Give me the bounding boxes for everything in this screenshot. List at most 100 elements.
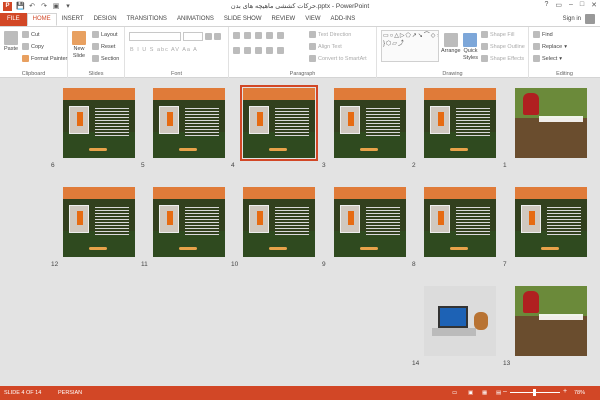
cut-button[interactable]: Cut (22, 31, 40, 38)
slide-title-band (63, 88, 135, 100)
shape-effects-button[interactable]: Shape Effects (481, 55, 524, 62)
slide-sorter-view-icon[interactable]: ▦ (482, 390, 487, 396)
reading-view-icon[interactable]: ▤ (496, 390, 501, 396)
tab-animations[interactable]: ANIMATIONS (172, 13, 219, 26)
slide-thumbnail[interactable] (334, 88, 406, 158)
convert-smartart-button[interactable]: Convert to SmartArt (309, 55, 367, 62)
slide-thumbnail[interactable] (153, 88, 225, 158)
grow-font-icon (205, 33, 212, 40)
new-slide-button[interactable]: New Slide (72, 31, 86, 59)
slide-thumbnail[interactable] (243, 187, 315, 257)
layout-button[interactable]: Layout (92, 31, 118, 38)
chevron-down-icon: ▾ (559, 55, 563, 62)
slide-text-block (275, 106, 309, 136)
slide-thumbnail[interactable] (515, 286, 587, 356)
align-text-icon (309, 43, 316, 50)
slide-thumbnail[interactable] (515, 187, 587, 257)
cut-label: Cut (31, 31, 40, 38)
ribbon-display-options-icon[interactable]: ▭ (555, 1, 562, 9)
slide-thumbnail[interactable] (63, 187, 135, 257)
slide-text-block (456, 205, 490, 235)
clipboard-group: Paste Cut Copy Format Painter Clipboard (0, 27, 68, 78)
tab-transitions[interactable]: TRANSITIONS (122, 13, 172, 26)
slide-thumbnail[interactable] (424, 88, 496, 158)
align-buttons[interactable] (233, 47, 284, 54)
slide-thumbnail[interactable] (63, 88, 135, 158)
tab-view[interactable]: VIEW (300, 13, 325, 26)
font-size-buttons[interactable] (205, 33, 221, 40)
editing-group: Find Replace ▾ Select ▾ Editing (529, 27, 600, 78)
font-name-box[interactable] (129, 32, 181, 41)
align-text-button[interactable]: Align Text (309, 43, 342, 50)
font-format-buttons[interactable]: B I U S abc AV Aa A (130, 47, 198, 53)
teddy-bear-image (474, 312, 488, 330)
tab-review[interactable]: REVIEW (267, 13, 301, 26)
find-label: Find (542, 31, 553, 38)
columns-icon (277, 47, 284, 54)
shape-outline-button[interactable]: Shape Outline (481, 43, 525, 50)
quick-styles-button[interactable]: Quick Styles (463, 33, 478, 61)
reset-icon (92, 43, 99, 50)
tab-insert[interactable]: INSERT (57, 13, 89, 26)
slide-thumbnail[interactable] (515, 88, 587, 158)
text-direction-button[interactable]: Text Direction (309, 31, 351, 38)
format-painter-button[interactable]: Format Painter (22, 55, 67, 62)
arrange-button[interactable]: Arrange (441, 33, 461, 54)
list-buttons[interactable] (233, 32, 284, 39)
zoom-in-button[interactable]: + (563, 388, 567, 395)
tab-file[interactable]: FILE (0, 13, 27, 26)
slide-number: 9 (322, 261, 326, 268)
laptop-image (438, 306, 468, 328)
slide-button-bar (450, 247, 468, 250)
slide-thumbnail[interactable] (424, 286, 496, 356)
language-indicator[interactable]: PERSIAN (58, 390, 82, 396)
slides-group-label: Slides (88, 71, 104, 77)
shape-effects-label: Shape Effects (490, 55, 525, 62)
person-image (77, 112, 83, 126)
section-button[interactable]: Section (92, 55, 119, 62)
notes-icon[interactable]: ▭ (452, 390, 457, 396)
slide-thumbnail[interactable] (153, 187, 225, 257)
shapes-gallery[interactable]: ▭○△▷⬠↗↘⌒◇☆{ }⬡▱⤴ (381, 30, 439, 62)
slide-thumbnail[interactable] (424, 187, 496, 257)
find-button[interactable]: Find (533, 31, 553, 38)
normal-view-icon[interactable]: ▣ (468, 390, 473, 396)
paste-button[interactable]: Paste (4, 31, 18, 52)
ribbon: Paste Cut Copy Format Painter Clipboard … (0, 26, 600, 78)
line-spacing-icon (277, 32, 284, 39)
slide-title-band (63, 187, 135, 199)
quick-styles-label: Quick (463, 48, 478, 54)
font-size-box[interactable] (183, 32, 203, 41)
tab-home[interactable]: HOME (26, 13, 57, 26)
format-painter-label: Format Painter (31, 55, 68, 62)
slide-title-band (515, 187, 587, 199)
format-painter-icon (22, 55, 29, 62)
minimize-button[interactable]: – (569, 1, 573, 9)
zoom-level[interactable]: 78% (574, 390, 585, 396)
maximize-button[interactable]: □ (580, 1, 584, 9)
text-direction-label: Text Direction (318, 31, 352, 38)
zoom-slider-thumb[interactable] (533, 389, 536, 396)
help-button[interactable]: ? (544, 1, 548, 9)
paragraph-group-label: Paragraph (289, 71, 316, 77)
shape-fill-button[interactable]: Shape Fill (481, 31, 514, 38)
slide-photo (430, 205, 450, 233)
editing-group-label: Editing (556, 71, 573, 77)
tab-add-ins[interactable]: ADD-INS (326, 13, 361, 26)
tab-design[interactable]: DESIGN (89, 13, 122, 26)
slide-text-block (456, 106, 490, 136)
reset-button[interactable]: Reset (92, 43, 115, 50)
slide-text-block (185, 205, 219, 235)
copy-button[interactable]: Copy (22, 43, 44, 50)
close-button[interactable]: ✕ (591, 1, 597, 9)
slide-thumbnail[interactable] (240, 85, 318, 161)
avatar[interactable] (585, 14, 595, 24)
slide-button-bar (89, 247, 107, 250)
replace-button[interactable]: Replace ▾ (533, 43, 567, 50)
slide-thumbnail[interactable] (334, 187, 406, 257)
convert-smartart-label: Convert to SmartArt (318, 55, 367, 62)
tab-slide-show[interactable]: SLIDE SHOW (219, 13, 267, 26)
select-button[interactable]: Select ▾ (533, 55, 562, 62)
zoom-out-button[interactable]: – (503, 388, 507, 395)
sign-in-link[interactable]: Sign in (563, 16, 581, 22)
